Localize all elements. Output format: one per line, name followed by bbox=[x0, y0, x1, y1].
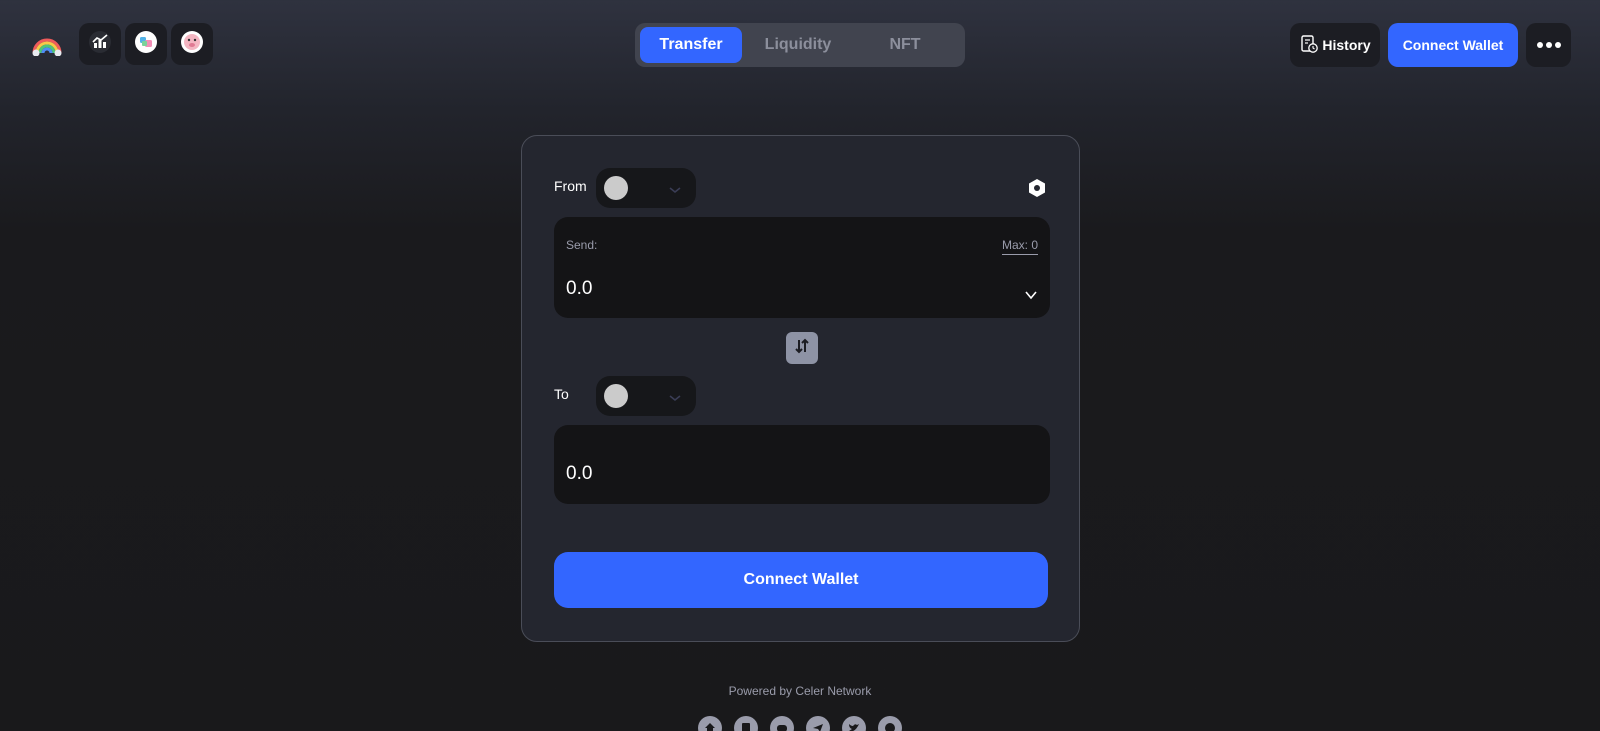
to-label: To bbox=[554, 386, 569, 402]
twitter-icon[interactable] bbox=[842, 716, 866, 731]
discord-icon[interactable] bbox=[770, 716, 794, 731]
token-app-icon bbox=[134, 30, 158, 59]
more-dots-icon bbox=[1536, 42, 1561, 48]
pig-mascot-icon bbox=[180, 30, 204, 59]
receive-field: 0.0 bbox=[554, 425, 1050, 504]
from-chain-icon bbox=[604, 176, 628, 200]
settings-hex-icon[interactable] bbox=[1027, 178, 1047, 198]
pig-mascot-button[interactable] bbox=[171, 23, 213, 65]
header-connect-wallet-button[interactable]: Connect Wallet bbox=[1388, 23, 1518, 67]
history-icon bbox=[1299, 34, 1319, 57]
transfer-card: From Send: Max: 0 0.0 To 0.0 Connect Wal… bbox=[521, 135, 1080, 642]
swap-arrows-icon bbox=[792, 336, 812, 361]
docs-icon[interactable] bbox=[734, 716, 758, 731]
top-header: Transfer Liquidity NFT History Connect W… bbox=[0, 0, 1600, 90]
main-tabs: Transfer Liquidity NFT bbox=[635, 23, 965, 67]
connect-wallet-button[interactable]: Connect Wallet bbox=[554, 552, 1048, 608]
rainbow-logo-icon[interactable] bbox=[31, 34, 63, 57]
tab-nft[interactable]: NFT bbox=[854, 27, 956, 63]
send-field: Send: Max: 0 0.0 bbox=[554, 217, 1050, 318]
tab-transfer[interactable]: Transfer bbox=[640, 27, 742, 63]
send-amount-input[interactable]: 0.0 bbox=[566, 278, 592, 300]
tab-liquidity[interactable]: Liquidity bbox=[742, 27, 854, 63]
history-button[interactable]: History bbox=[1290, 23, 1380, 67]
analytics-button[interactable] bbox=[79, 23, 121, 65]
analytics-icon bbox=[88, 30, 112, 59]
powered-by-text: Powered by Celer Network bbox=[728, 684, 872, 698]
to-chain-select[interactable] bbox=[596, 376, 696, 416]
social-links bbox=[698, 716, 902, 731]
token-select-chevron-icon[interactable] bbox=[1024, 287, 1038, 305]
send-label: Send: bbox=[566, 238, 598, 252]
from-label: From bbox=[554, 178, 587, 194]
from-chain-select[interactable] bbox=[596, 168, 696, 208]
max-button[interactable]: Max: 0 bbox=[1001, 238, 1038, 255]
token-app-button[interactable] bbox=[125, 23, 167, 65]
more-menu-button[interactable] bbox=[1526, 23, 1571, 67]
to-chain-icon bbox=[604, 384, 628, 408]
github-icon[interactable] bbox=[878, 716, 902, 731]
home-icon[interactable] bbox=[698, 716, 722, 731]
chevron-down-icon bbox=[668, 390, 682, 408]
swap-direction-button[interactable] bbox=[786, 332, 818, 364]
history-label: History bbox=[1322, 37, 1371, 53]
receive-amount: 0.0 bbox=[566, 463, 593, 484]
telegram-icon[interactable] bbox=[806, 716, 830, 731]
chevron-down-icon bbox=[668, 182, 682, 200]
